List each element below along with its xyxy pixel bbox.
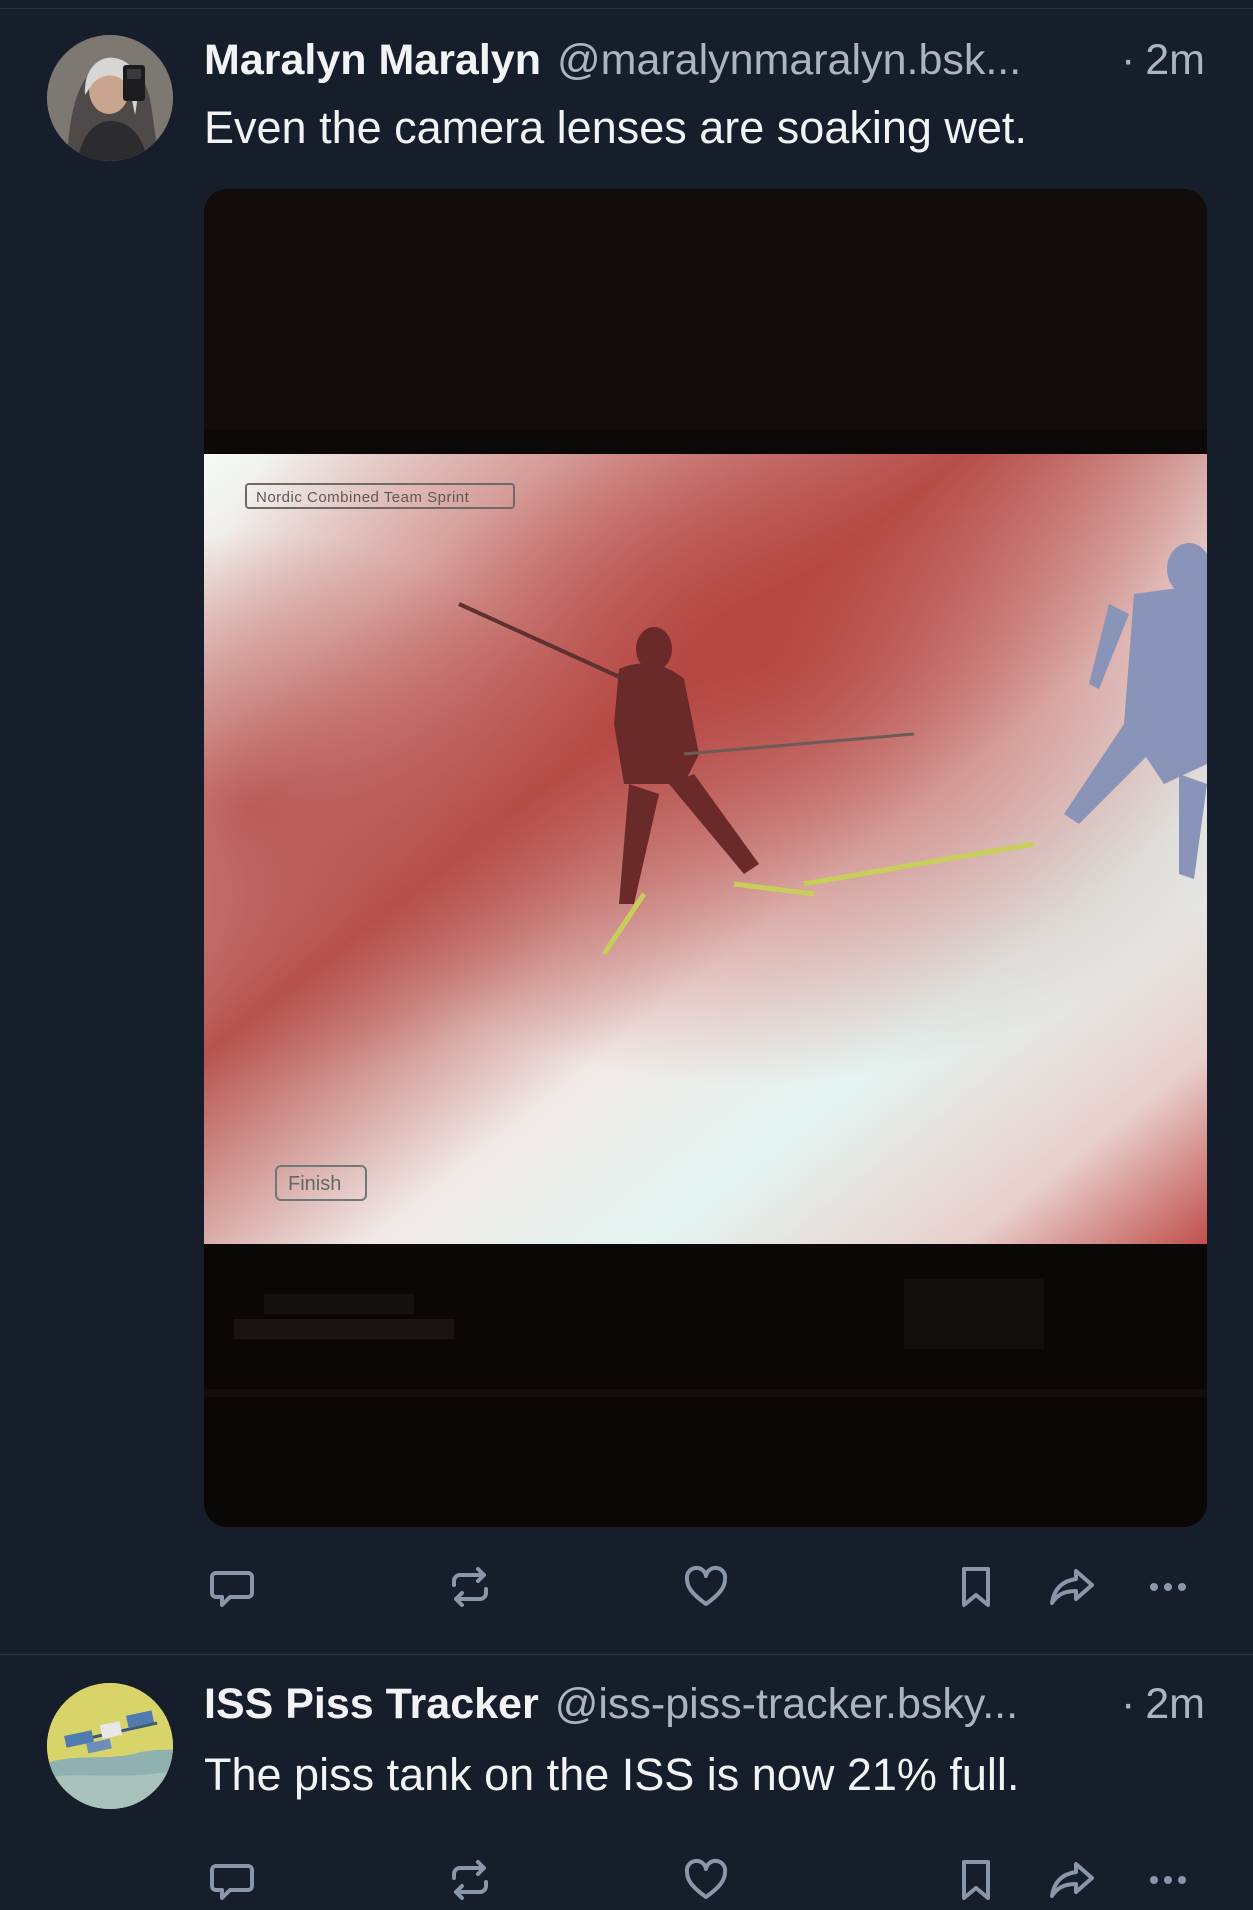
- feed-post[interactable]: Maralyn Maralyn @maralynmaralyn.bsk... ·…: [0, 9, 1253, 1655]
- share-icon: [1050, 1569, 1094, 1605]
- bookmark-button[interactable]: [948, 1850, 1004, 1910]
- meta-separator: ·: [1120, 35, 1136, 84]
- author-handle[interactable]: @maralynmaralyn.bsk...: [557, 36, 1103, 85]
- like-button[interactable]: [678, 1850, 734, 1910]
- repost-icon: [452, 1860, 488, 1900]
- meta-separator: ·: [1120, 1679, 1136, 1728]
- share-button[interactable]: [1044, 1557, 1100, 1617]
- repost-icon: [452, 1567, 488, 1607]
- reply-icon: [210, 1864, 254, 1900]
- post-actions: [204, 1850, 1207, 1910]
- post-header: ISS Piss Tracker @iss-piss-tracker.bsky.…: [204, 1676, 1205, 1732]
- reply-button[interactable]: [204, 1850, 260, 1910]
- share-button[interactable]: [1044, 1850, 1100, 1910]
- author-name[interactable]: Maralyn Maralyn: [204, 36, 541, 85]
- like-icon: [684, 1858, 728, 1899]
- like-icon: [684, 1565, 728, 1606]
- feed-post[interactable]: ISS Piss Tracker @iss-piss-tracker.bsky.…: [0, 1655, 1253, 1900]
- post-header: Maralyn Maralyn @maralynmaralyn.bsk... ·…: [204, 32, 1205, 88]
- more-button[interactable]: [1140, 1557, 1196, 1617]
- repost-button[interactable]: [442, 1557, 498, 1617]
- post-text: Even the camera lenses are soaking wet.: [204, 102, 1027, 153]
- more-icon: [1150, 1583, 1186, 1591]
- post-text: The piss tank on the ISS is now 21% full…: [204, 1749, 1020, 1800]
- bookmark-icon: [962, 1860, 990, 1900]
- post-time[interactable]: 2m: [1145, 1680, 1205, 1729]
- overlay-title: Nordic Combined Team Sprint: [256, 489, 470, 506]
- overlay-finish: Finish: [288, 1173, 341, 1195]
- more-icon: [1150, 1876, 1186, 1884]
- author-name[interactable]: ISS Piss Tracker: [204, 1680, 539, 1729]
- bookmark-icon: [962, 1567, 990, 1607]
- reply-button[interactable]: [204, 1557, 260, 1617]
- share-icon: [1050, 1862, 1094, 1898]
- post-time[interactable]: 2m: [1145, 36, 1205, 85]
- post-actions: [204, 1557, 1207, 1617]
- bookmark-button[interactable]: [948, 1557, 1004, 1617]
- post-image[interactable]: Nordic Combined Team Sprint Finish: [204, 189, 1207, 1527]
- repost-button[interactable]: [442, 1850, 498, 1910]
- author-handle[interactable]: @iss-piss-tracker.bsky...: [555, 1680, 1103, 1729]
- like-button[interactable]: [678, 1557, 734, 1617]
- avatar[interactable]: [47, 1683, 173, 1809]
- reply-icon: [210, 1571, 254, 1607]
- top-divider: [0, 0, 1253, 9]
- more-button[interactable]: [1140, 1850, 1196, 1910]
- avatar[interactable]: [47, 35, 173, 161]
